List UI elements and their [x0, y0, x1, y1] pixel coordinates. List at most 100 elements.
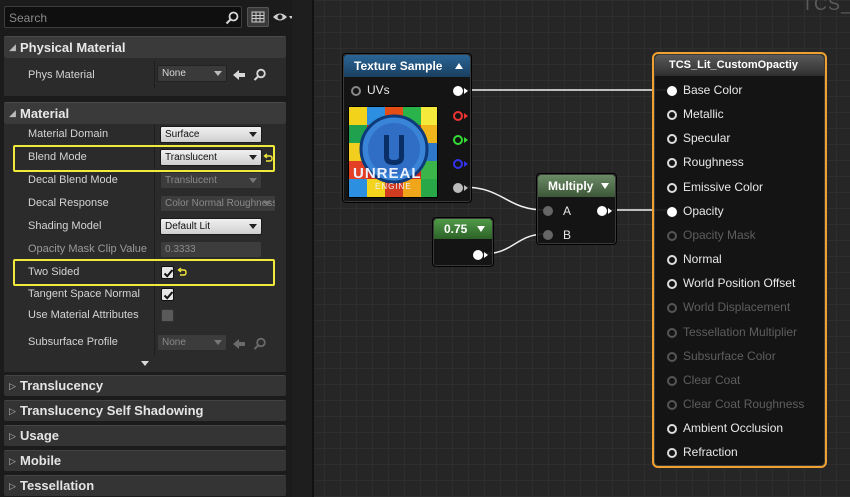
texture-preview-thumbnail: UNREAL ENGINE — [348, 106, 438, 198]
prop-label: Opacity Mask Clip Value — [28, 243, 148, 255]
search-box[interactable] — [4, 6, 242, 28]
multiply-b-input-pin[interactable] — [543, 230, 553, 240]
details-panel: ◢ Physical Material Phys Material None ◢… — [0, 0, 293, 497]
combo-value: None — [162, 68, 186, 79]
combo-value: None — [162, 337, 186, 348]
node-header[interactable]: 0.75 — [434, 219, 492, 239]
result-input-pin — [667, 375, 677, 386]
pin-label-b: B — [563, 228, 572, 242]
category-mobile[interactable]: ▷ Mobile — [4, 450, 286, 471]
multiply-output-pin[interactable] — [597, 206, 607, 216]
category-tessellation[interactable]: ▷ Tessellation — [4, 475, 286, 496]
browse-asset-icon[interactable] — [253, 68, 267, 82]
collapse-node-icon[interactable] — [600, 182, 610, 190]
a-output-pin[interactable] — [453, 183, 463, 193]
search-icon[interactable] — [225, 11, 239, 25]
collapse-node-icon[interactable] — [476, 225, 486, 233]
splitter — [154, 170, 155, 192]
category-physical-material[interactable]: ◢ Physical Material — [4, 36, 286, 58]
use-selected-asset-icon[interactable] — [232, 69, 246, 81]
category-usage[interactable]: ▷ Usage — [4, 425, 286, 446]
splitter — [154, 305, 155, 327]
preview-subtext: ENGINE — [375, 182, 412, 191]
node-header[interactable]: Multiply — [538, 175, 615, 197]
collapse-node-icon[interactable] — [454, 62, 464, 70]
chevron-down-icon — [214, 71, 222, 76]
texture-sample-node[interactable]: Texture Sample UVs UNREAL ENGINE — [342, 53, 472, 203]
combo-value: Translucent — [165, 175, 217, 186]
output-arrow-icon — [464, 88, 468, 94]
prop-row-phys-material: Phys Material None — [4, 61, 286, 89]
r-output-pin[interactable] — [453, 111, 463, 121]
view-options-button[interactable] — [272, 9, 294, 25]
blend-mode-highlight — [13, 145, 275, 172]
result-pin-label: Ambient Occlusion — [683, 421, 784, 436]
prop-label: Shading Model — [28, 220, 102, 232]
node-title: 0.75 — [444, 222, 468, 236]
result-input-pin[interactable] — [667, 86, 677, 96]
result-pin-label: Emissive Color — [683, 179, 764, 194]
graph-edge — [292, 0, 314, 497]
combo-value: Default Lit — [165, 221, 211, 232]
chevron-down-icon — [249, 178, 257, 183]
category-title: Translucency — [20, 378, 104, 393]
result-input-pin[interactable] — [667, 255, 677, 266]
rgb-output-pin[interactable] — [453, 86, 463, 96]
tangent-space-normal-checkbox[interactable] — [161, 288, 174, 301]
constant-node[interactable]: 0.75 — [432, 217, 494, 267]
result-pin-label: World Position Offset — [683, 276, 796, 291]
node-header[interactable]: TCS_Lit_CustomOpactiy — [655, 55, 824, 76]
category-title: Mobile — [20, 453, 62, 468]
property-matrix-button[interactable] — [247, 7, 269, 27]
result-pin-label: Opacity Mask — [683, 227, 756, 242]
constant-output-pin[interactable] — [473, 250, 483, 260]
result-input-pin[interactable] — [667, 158, 677, 169]
splitter — [154, 328, 155, 356]
advanced-expand-icon[interactable] — [140, 360, 150, 367]
search-input[interactable] — [9, 10, 219, 25]
splitter — [154, 124, 155, 146]
uvs-input-pin[interactable] — [351, 86, 361, 96]
result-input-pin[interactable] — [667, 424, 677, 435]
chevron-down-icon — [263, 201, 271, 206]
splitter — [154, 284, 155, 306]
result-input-pin[interactable] — [667, 279, 677, 290]
search-row — [4, 6, 293, 28]
shading-model-combo[interactable]: Default Lit — [160, 218, 262, 235]
g-output-pin[interactable] — [453, 135, 463, 145]
result-input-pin[interactable] — [667, 134, 677, 145]
chevron-down-icon — [249, 132, 257, 137]
result-pin-label: World Displacement — [683, 300, 791, 315]
node-header[interactable]: Texture Sample — [344, 55, 470, 77]
result-input-pin[interactable] — [667, 448, 677, 459]
chevron-down-icon — [249, 224, 257, 229]
result-input-pin[interactable] — [667, 206, 677, 217]
prop-label: Material Domain — [28, 128, 109, 140]
output-arrow-icon — [464, 185, 468, 191]
collapse-arrow-icon: ◢ — [9, 42, 16, 52]
material-domain-combo[interactable]: Surface — [160, 126, 262, 143]
splitter — [154, 61, 155, 89]
use-material-attributes-checkbox[interactable] — [161, 309, 174, 322]
multiply-a-input-pin[interactable] — [543, 206, 553, 216]
splitter — [154, 239, 155, 261]
decal-response-combo: Color Normal Roughness — [160, 195, 276, 212]
category-translucency-self-shadowing[interactable]: ▷ Translucency Self Shadowing — [4, 400, 286, 421]
multiply-node[interactable]: Multiply A B — [536, 173, 617, 245]
result-input-pin — [667, 351, 677, 362]
prop-label: Tangent Space Normal — [28, 288, 140, 300]
phys-material-combo[interactable]: None — [157, 65, 227, 82]
pin-label-a: A — [563, 204, 572, 218]
result-input-pin — [667, 327, 677, 338]
result-input-pin[interactable] — [667, 110, 677, 121]
result-input-pin — [667, 230, 677, 241]
b-output-pin[interactable] — [453, 159, 463, 169]
opacity-mask-clip-value-field: 0.3333 — [160, 241, 262, 258]
prop-label: Decal Blend Mode — [28, 174, 118, 186]
category-translucency[interactable]: ▷ Translucency — [4, 375, 286, 396]
material-result-node[interactable]: TCS_Lit_CustomOpactiy Base Color Metallic… — [652, 52, 827, 468]
number-value: 0.3333 — [165, 244, 196, 255]
category-material[interactable]: ◢ Material — [4, 102, 286, 124]
splitter — [154, 216, 155, 238]
result-input-pin[interactable] — [667, 182, 677, 193]
